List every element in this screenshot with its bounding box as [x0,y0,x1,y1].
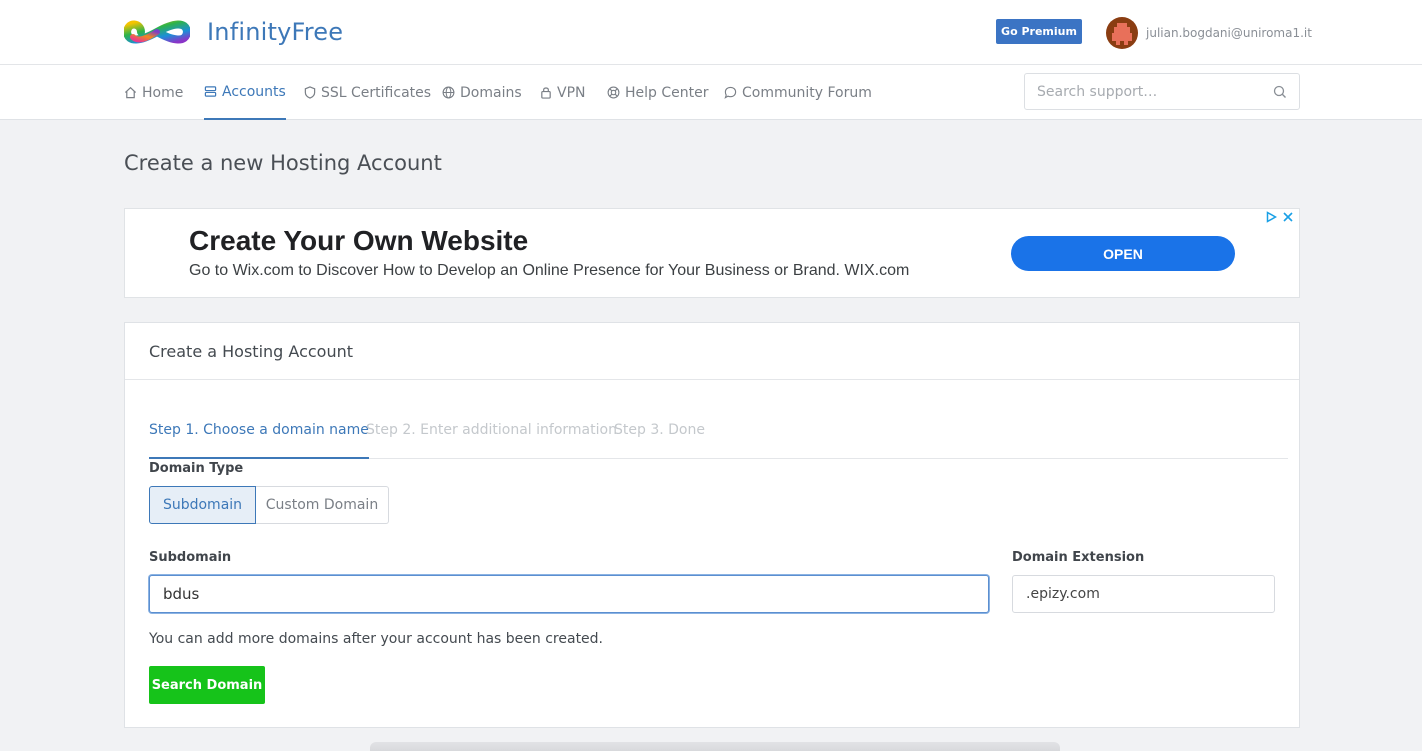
nav-label: Community Forum [742,84,872,101]
lock-icon [541,87,551,99]
subdomain-input[interactable] [149,575,989,613]
step-tabs: Step 1. Choose a domain name Step 2. Ent… [149,402,1288,459]
lifebuoy-icon [607,86,620,99]
nav-label: Accounts [222,83,286,100]
avatar[interactable] [1106,17,1138,49]
ad-title[interactable]: Create Your Own Website [189,225,528,257]
nav-label: Home [142,84,184,101]
nav-label: Help Center [625,84,709,101]
nav-item-ssl-certificates[interactable]: SSL Certificates [304,65,431,120]
chat-bubble-icon [724,86,737,99]
brand-name[interactable]: InfinityFree [207,18,343,46]
help-text: You can add more domains after your acco… [149,631,604,647]
ad-banner[interactable]: Create Your Own Website Go to Wix.com to… [124,208,1300,298]
search-domain-button[interactable]: Search Domain [149,666,265,704]
ad-open-button[interactable]: OPEN [1011,236,1235,271]
domain-extension-select[interactable]: .epizy.com [1012,575,1275,613]
step-2-tab[interactable]: Step 2. Enter additional information [366,402,617,459]
create-account-card: Create a Hosting Account Step 1. Choose … [124,322,1300,728]
ad-description[interactable]: Go to Wix.com to Discover How to Develop… [189,262,909,280]
step-3-tab[interactable]: Step 3. Done [614,402,705,459]
main-nav: Home Accounts SSL Certificates Domains V… [0,65,1422,120]
nav-label: Domains [460,84,522,101]
nav-item-community-forum[interactable]: Community Forum [724,65,872,120]
nav-label: SSL Certificates [321,84,432,101]
nav-item-home[interactable]: Home [124,65,183,120]
card-header: Create a Hosting Account [125,323,1299,380]
page-title: Create a new Hosting Account [124,151,442,175]
subdomain-label: Subdomain [149,550,232,565]
ad-choices [1266,211,1293,223]
go-premium-button[interactable]: Go Premium [996,19,1082,44]
user-email[interactable]: julian.bogdani@uniroma1.it [1146,26,1312,40]
close-icon[interactable] [1283,211,1293,223]
nav-item-accounts[interactable]: Accounts [204,65,286,120]
nav-label: VPN [557,84,586,101]
top-header: InfinityFree Go Premium julian.bogdani@u… [0,0,1422,65]
domain-extension-label: Domain Extension [1012,550,1145,565]
nav-item-vpn[interactable]: VPN [540,65,586,120]
nav-item-help-center[interactable]: Help Center [607,65,709,120]
shield-icon [304,86,316,99]
nav-item-domains[interactable]: Domains [442,65,522,120]
home-icon [124,86,137,99]
bottom-shadow [370,742,1060,751]
domain-type-label: Domain Type [149,461,244,476]
globe-icon [442,86,455,99]
adchoices-play-icon[interactable] [1266,211,1277,223]
server-icon [204,86,217,97]
step-1-tab[interactable]: Step 1. Choose a domain name [149,402,369,459]
support-search[interactable] [1024,73,1300,110]
search-icon[interactable] [1273,85,1287,99]
custom-domain-toggle[interactable]: Custom Domain [256,486,389,524]
card-title: Create a Hosting Account [149,342,353,361]
subdomain-toggle[interactable]: Subdomain [149,486,256,524]
infinityfree-logo-icon[interactable] [124,15,190,49]
search-input[interactable] [1025,74,1265,109]
